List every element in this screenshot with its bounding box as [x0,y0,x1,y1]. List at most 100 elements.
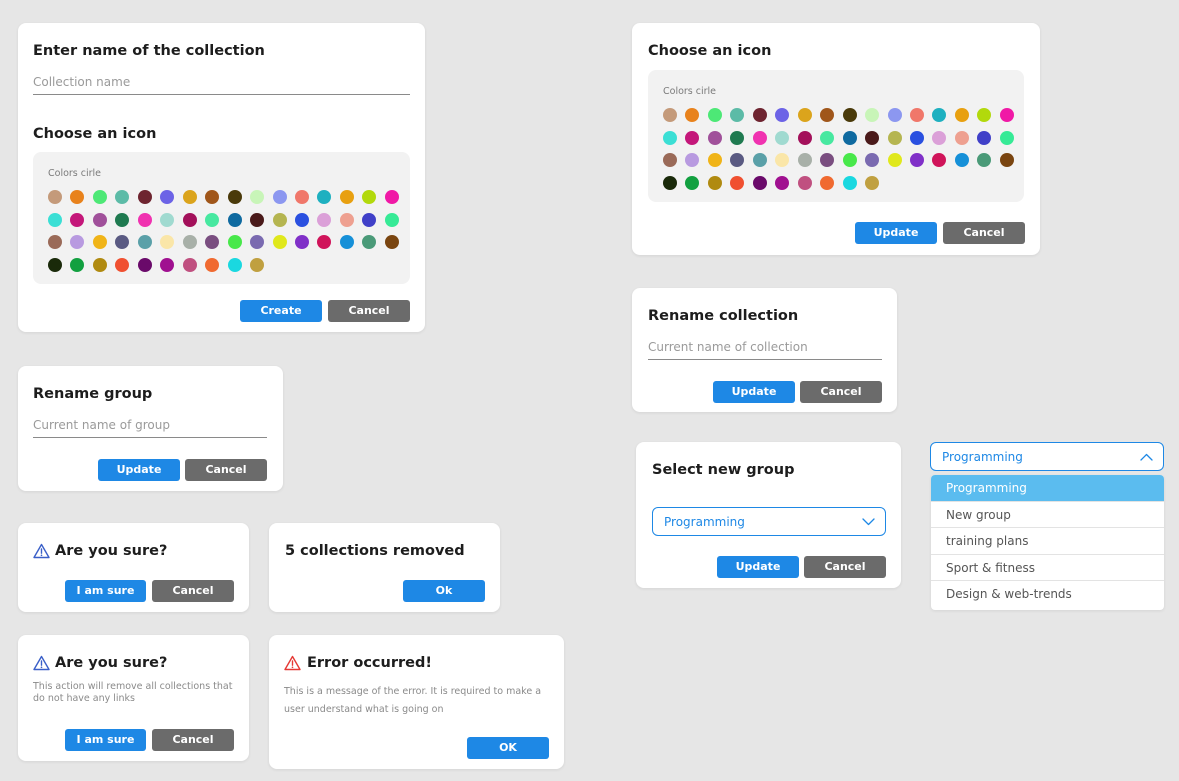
color-dot[interactable] [999,108,1014,122]
color-dot[interactable] [339,235,354,249]
color-dot[interactable] [752,108,767,122]
color-dot[interactable] [954,108,969,122]
color-dot[interactable] [250,212,265,227]
color-dot[interactable] [865,153,880,167]
color-dot[interactable] [663,130,677,145]
color-dot[interactable] [160,257,175,272]
color-dot[interactable] [707,153,722,167]
color-dot[interactable] [797,153,812,167]
cancel-button[interactable]: Cancel [328,300,410,322]
color-dot[interactable] [272,190,287,204]
update-button[interactable]: Update [98,459,180,481]
color-dot[interactable] [317,190,332,204]
color-dot[interactable] [160,190,175,204]
color-dot[interactable] [842,153,857,167]
color-dot[interactable] [887,130,902,145]
color-dot[interactable] [48,190,62,204]
color-dot[interactable] [70,212,85,227]
color-dot[interactable] [752,175,767,190]
color-dot[interactable] [115,190,130,204]
cancel-button[interactable]: Cancel [943,222,1025,244]
color-dot[interactable] [820,153,835,167]
color-dot[interactable] [685,130,700,145]
color-dot[interactable] [842,108,857,122]
color-dot[interactable] [842,130,857,145]
color-dot[interactable] [685,153,700,167]
color-dot[interactable] [205,235,220,249]
color-dot[interactable] [92,212,107,227]
color-dot[interactable] [663,175,677,190]
color-dot[interactable] [797,108,812,122]
color-dot[interactable] [954,130,969,145]
color-dot[interactable] [182,257,197,272]
color-dot[interactable] [932,108,947,122]
i-am-sure-button[interactable]: I am sure [65,729,146,751]
color-dot[interactable] [999,130,1014,145]
dropdown-option[interactable]: Programming [931,475,1164,502]
color-dot[interactable] [48,212,62,227]
color-dot[interactable] [70,235,85,249]
color-dot[interactable] [887,108,902,122]
color-dot[interactable] [820,108,835,122]
color-dot[interactable] [730,153,745,167]
color-dot[interactable] [775,108,790,122]
color-dot[interactable] [294,235,309,249]
group-name-input[interactable] [33,414,267,436]
color-dot[interactable] [685,108,700,122]
color-dot[interactable] [707,108,722,122]
color-dot[interactable] [115,235,130,249]
color-dot[interactable] [909,130,924,145]
color-dot[interactable] [92,257,107,272]
color-dot[interactable] [865,130,880,145]
color-dot[interactable] [317,235,332,249]
collection-name-input[interactable] [648,336,882,358]
ok-button[interactable]: Ok [403,580,485,602]
color-dot[interactable] [205,190,220,204]
color-dot[interactable] [294,212,309,227]
color-dot[interactable] [752,130,767,145]
color-dot[interactable] [48,257,62,272]
color-dot[interactable] [663,153,677,167]
color-dot[interactable] [115,257,130,272]
color-dot[interactable] [977,153,992,167]
color-dot[interactable] [70,190,85,204]
color-dot[interactable] [384,212,399,227]
color-dot[interactable] [842,175,857,190]
color-dot[interactable] [707,175,722,190]
color-dot[interactable] [797,130,812,145]
color-dot[interactable] [227,235,242,249]
color-dot[interactable] [227,212,242,227]
color-dot[interactable] [909,153,924,167]
color-dot[interactable] [250,257,265,272]
color-dot[interactable] [977,108,992,122]
color-dot[interactable] [730,130,745,145]
collection-name-input[interactable] [33,71,410,93]
cancel-button[interactable]: Cancel [804,556,886,578]
dropdown-option[interactable]: Sport & fitness [931,555,1164,582]
color-dot[interactable] [932,130,947,145]
color-dot[interactable] [205,212,220,227]
color-dot[interactable] [384,235,399,249]
color-dot[interactable] [362,235,377,249]
color-dot[interactable] [954,153,969,167]
color-dot[interactable] [48,235,62,249]
color-dot[interactable] [865,175,880,190]
color-dot[interactable] [182,190,197,204]
update-button[interactable]: Update [717,556,799,578]
dropdown-option[interactable]: New group [931,502,1164,529]
color-dot[interactable] [977,130,992,145]
color-dot[interactable] [160,235,175,249]
color-dot[interactable] [865,108,880,122]
color-dot[interactable] [70,257,85,272]
color-dot[interactable] [999,153,1014,167]
color-dot[interactable] [797,175,812,190]
color-dot[interactable] [362,190,377,204]
create-button[interactable]: Create [240,300,322,322]
i-am-sure-button[interactable]: I am sure [65,580,146,602]
ok-button[interactable]: OK [467,737,549,759]
color-dot[interactable] [887,153,902,167]
group-dropdown-select[interactable]: Programming [930,442,1164,471]
color-dot[interactable] [663,108,677,122]
color-dot[interactable] [730,108,745,122]
color-dot[interactable] [362,212,377,227]
